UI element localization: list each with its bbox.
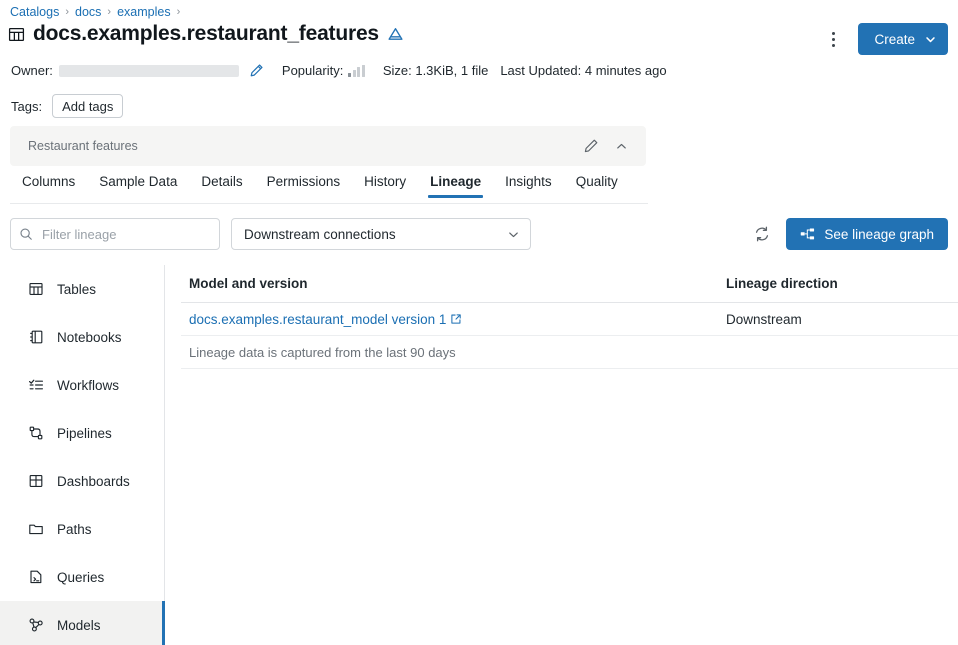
column-header-lineage-direction: Lineage direction: [726, 276, 958, 291]
tags-label: Tags:: [11, 99, 42, 114]
table-icon: [28, 281, 44, 297]
see-lineage-graph-button[interactable]: See lineage graph: [786, 218, 948, 250]
owner-edit-pencil-icon[interactable]: [249, 63, 264, 78]
sidebar-item-label: Dashboards: [57, 474, 130, 489]
lineage-direction-select[interactable]: Downstream connections: [231, 218, 531, 250]
owner-label: Owner:: [11, 63, 53, 78]
sidebar-item-label: Workflows: [57, 378, 119, 393]
breadcrumb-item-docs[interactable]: docs: [75, 4, 101, 20]
table-header-row: Model and version Lineage direction: [181, 265, 958, 303]
tab-permissions[interactable]: Permissions: [255, 174, 353, 198]
sidebar-item-workflows[interactable]: Workflows: [0, 361, 164, 409]
create-button-label: Create: [874, 32, 915, 47]
external-link-icon: [450, 313, 462, 325]
cell-model-and-version: docs.examples.restaurant_model version 1: [181, 312, 726, 327]
lineage-direction-value: Downstream connections: [244, 227, 507, 242]
sidebar-item-label: Notebooks: [57, 330, 122, 345]
breadcrumb-item-examples[interactable]: examples: [117, 4, 171, 20]
owner-value-placeholder: [59, 65, 239, 77]
filter-lineage-field[interactable]: [10, 218, 220, 250]
sidebar-item-queries[interactable]: Queries: [0, 553, 164, 601]
tab-history[interactable]: History: [352, 174, 418, 198]
breadcrumb-item-catalogs[interactable]: Catalogs: [10, 4, 59, 20]
metadata-row: Owner: Popularity: Size: 1.3KiB, 1 file …: [11, 63, 667, 78]
dashboard-icon: [28, 473, 44, 489]
sidebar-item-models[interactable]: Models: [0, 601, 164, 645]
sidebar-item-label: Pipelines: [57, 426, 112, 441]
page-title-text: docs.examples.restaurant_features: [33, 22, 379, 46]
table-row: docs.examples.restaurant_model version 1…: [181, 303, 958, 336]
size-meta: Size: 1.3KiB, 1 file: [383, 63, 489, 78]
lineage-sidebar: Tables Notebooks: [0, 265, 165, 645]
column-header-model-and-version: Model and version: [181, 276, 726, 291]
chevron-up-icon[interactable]: [615, 140, 628, 153]
lineage-graph-icon: [800, 227, 815, 242]
folder-icon: [28, 521, 44, 537]
description-actions: [583, 138, 628, 154]
lineage-controls: Downstream connections: [0, 218, 958, 250]
tab-columns[interactable]: Columns: [10, 174, 87, 198]
popularity-meta: Popularity:: [282, 63, 365, 78]
delta-format-icon: [387, 26, 404, 43]
breadcrumb-separator-icon: ›: [177, 4, 181, 20]
tab-lineage[interactable]: Lineage: [418, 174, 493, 198]
tags-row: Tags: Add tags: [11, 94, 123, 118]
sidebar-item-label: Paths: [57, 522, 92, 537]
table-icon: [8, 26, 25, 43]
breadcrumb-separator-icon: ›: [65, 4, 69, 20]
popularity-label: Popularity:: [282, 63, 343, 78]
search-input[interactable]: [40, 226, 211, 243]
lineage-capture-note: Lineage data is captured from the last 9…: [181, 336, 958, 369]
lineage-table: Model and version Lineage direction docs…: [181, 265, 958, 369]
see-lineage-graph-label: See lineage graph: [824, 227, 934, 242]
tab-quality[interactable]: Quality: [564, 174, 630, 198]
sidebar-item-pipelines[interactable]: Pipelines: [0, 409, 164, 457]
refresh-icon[interactable]: [748, 220, 776, 248]
description-panel: Restaurant features: [10, 126, 646, 166]
notebook-icon: [28, 329, 44, 345]
sidebar-item-dashboards[interactable]: Dashboards: [0, 457, 164, 505]
sidebar-item-label: Queries: [57, 570, 104, 585]
tab-insights[interactable]: Insights: [493, 174, 564, 198]
query-icon: [28, 569, 44, 585]
sidebar-item-paths[interactable]: Paths: [0, 505, 164, 553]
sidebar-item-label: Models: [57, 618, 101, 633]
page-title: docs.examples.restaurant_features: [8, 22, 404, 46]
sidebar-item-tables[interactable]: Tables: [0, 265, 164, 313]
search-icon: [19, 227, 33, 241]
tab-details[interactable]: Details: [189, 174, 254, 198]
sidebar-item-label: Tables: [57, 282, 96, 297]
see-lineage-graph-container: See lineage graph: [786, 218, 948, 250]
description-edit-pencil-icon[interactable]: [583, 138, 599, 154]
model-icon: [28, 617, 44, 633]
chevron-down-icon: [925, 34, 936, 45]
add-tags-button[interactable]: Add tags: [52, 94, 123, 118]
model-link-label: docs.examples.restaurant_model version 1: [189, 312, 446, 327]
last-updated-meta: Last Updated: 4 minutes ago: [500, 63, 666, 78]
chevron-down-icon: [507, 228, 520, 241]
header-actions: Create: [820, 23, 948, 55]
sidebar-item-notebooks[interactable]: Notebooks: [0, 313, 164, 361]
popularity-bars-icon: [348, 65, 365, 77]
more-options-icon[interactable]: [820, 24, 846, 54]
breadcrumb-separator-icon: ›: [107, 4, 111, 20]
model-link[interactable]: docs.examples.restaurant_model version 1: [189, 312, 462, 327]
tab-bar-divider: [10, 203, 648, 204]
cell-lineage-direction: Downstream: [726, 312, 958, 327]
description-text: Restaurant features: [28, 139, 583, 153]
workflow-icon: [28, 377, 44, 393]
breadcrumb: Catalogs › docs › examples ›: [10, 4, 180, 20]
create-button[interactable]: Create: [858, 23, 948, 55]
pipeline-icon: [28, 425, 44, 441]
tab-bar: Columns Sample Data Details Permissions …: [0, 174, 958, 204]
tab-sample-data[interactable]: Sample Data: [87, 174, 189, 198]
catalog-explorer-page: Catalogs › docs › examples › docs.exampl…: [0, 0, 958, 645]
